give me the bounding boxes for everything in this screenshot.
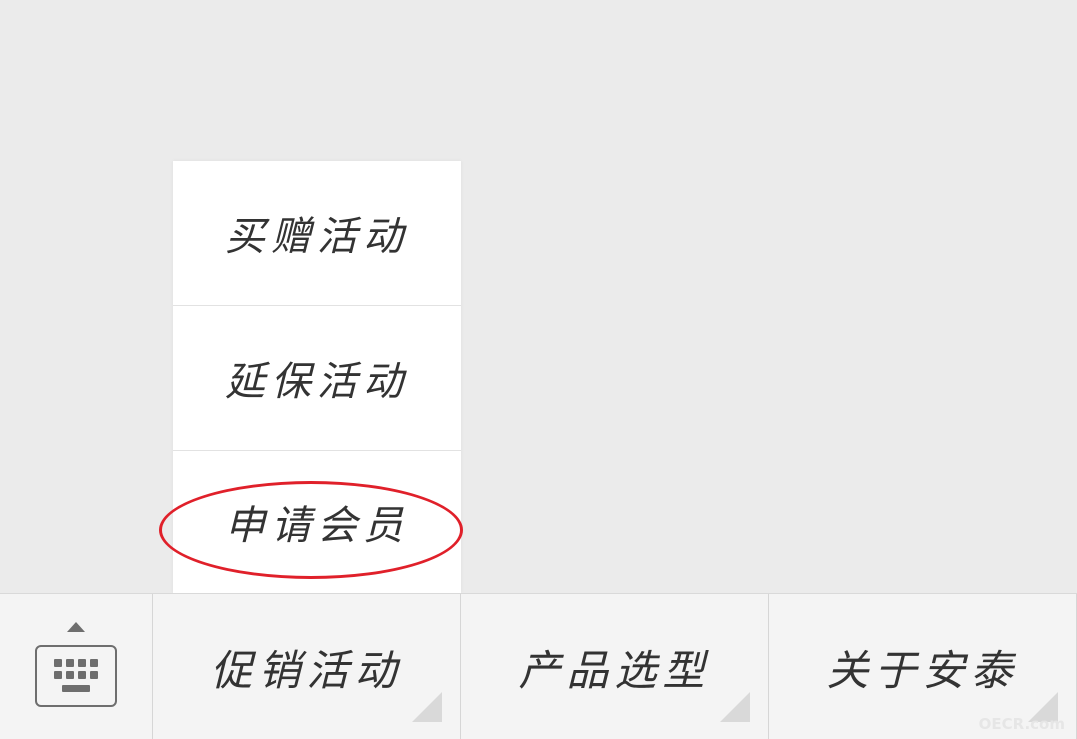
menu-label: 产品选型: [518, 645, 711, 695]
menu-label: 关于安泰: [826, 645, 1019, 695]
menu-about[interactable]: 关于安泰: [768, 594, 1077, 739]
submenu-popup: 买赠活动 延保活动 申请会员: [173, 161, 461, 593]
menu-label: 促销活动: [210, 645, 403, 695]
menu-promotions[interactable]: 促销活动: [152, 594, 460, 739]
submenu-indicator-icon: [720, 692, 750, 722]
keyboard-icon: [35, 622, 117, 712]
submenu-item-label: 申请会员: [225, 503, 409, 549]
submenu-item-extended-warranty[interactable]: 延保活动: [173, 306, 461, 450]
caret-up-icon: [67, 622, 85, 632]
bottom-menu-bar: 促销活动 产品选型 关于安泰: [0, 593, 1077, 739]
submenu-item-label: 延保活动: [225, 359, 409, 405]
submenu-item-buy-gift[interactable]: 买赠活动: [173, 161, 461, 305]
menu-product-selection[interactable]: 产品选型: [460, 594, 768, 739]
chat-screen: 买赠活动 延保活动 申请会员 促销活动 产品选型 关于安泰 OECR.com: [0, 0, 1077, 739]
keyboard-toggle-button[interactable]: [0, 594, 152, 739]
submenu-item-label: 买赠活动: [225, 214, 409, 260]
submenu-item-apply-membership[interactable]: 申请会员: [173, 451, 461, 593]
submenu-indicator-icon: [412, 692, 442, 722]
submenu-indicator-icon: [1028, 692, 1058, 722]
